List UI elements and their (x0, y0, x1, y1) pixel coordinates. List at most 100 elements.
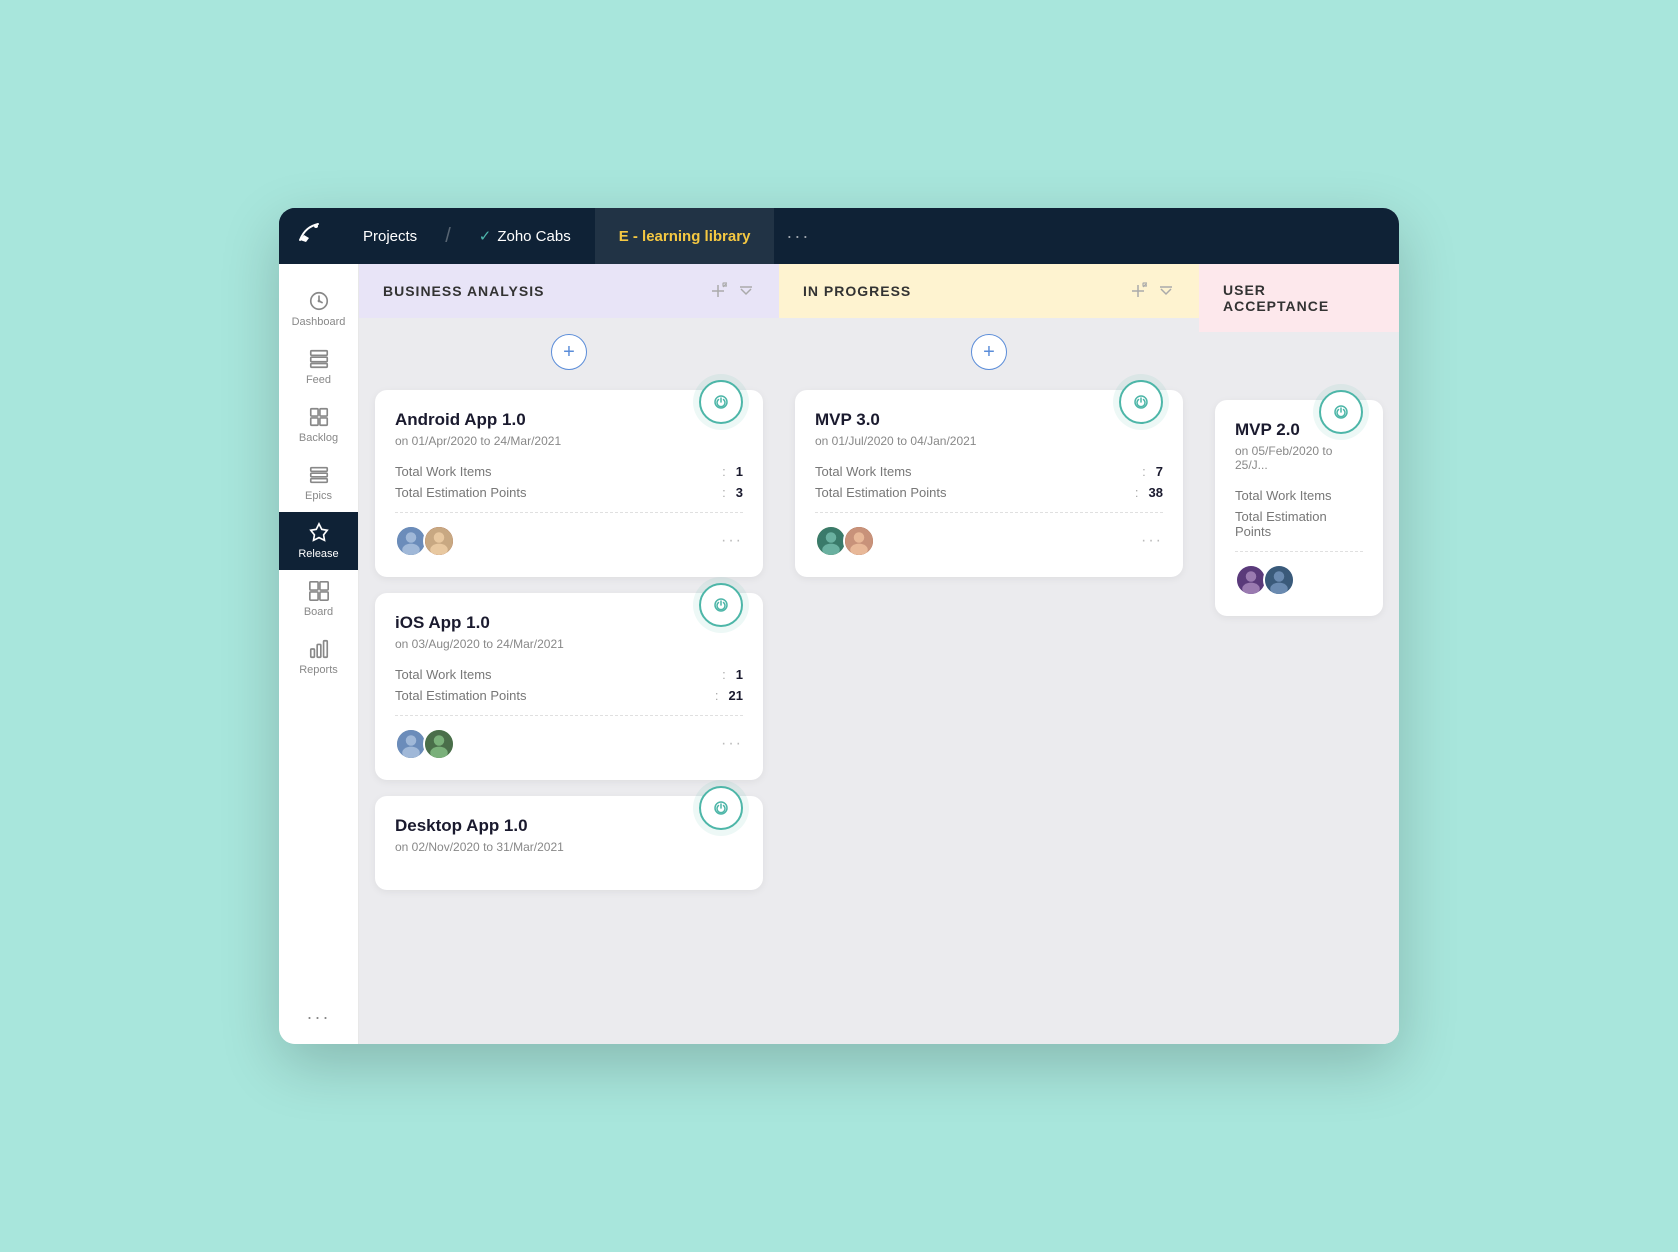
column-user-acceptance: USER ACCEPTANCE M (1199, 264, 1399, 1044)
card-divider (395, 512, 743, 513)
sidebar-item-backlog[interactable]: Backlog (279, 396, 358, 454)
card-dates-ios: on 03/Aug/2020 to 24/Mar/2021 (395, 637, 743, 651)
card-dates-mvp30: on 01/Jul/2020 to 04/Jan/2021 (815, 434, 1163, 448)
nav-logo (279, 208, 339, 264)
card-desktop-app: Desktop App 1.0 on 02/Nov/2020 to 31/Mar… (375, 796, 763, 890)
column-header-business: BUSINESS ANALYSIS (359, 264, 779, 318)
card-avatars-mvp20 (1235, 564, 1291, 596)
sidebar-item-epics[interactable]: Epics (279, 454, 358, 512)
sidebar-dashboard-label: Dashboard (292, 316, 346, 328)
card-avatars-mvp30 (815, 525, 871, 557)
card-title-desktop: Desktop App 1.0 (395, 816, 743, 836)
stat-estimation-android: Total Estimation Points : 3 (395, 485, 743, 500)
card-footer-android: ··· (395, 525, 743, 557)
column-body-user-acceptance: MVP 2.0 on 05/Feb/2020 to 25/J... Total … (1199, 332, 1399, 1044)
sidebar-feed-label: Feed (306, 374, 331, 386)
main-layout: Dashboard Feed Backlog (279, 264, 1399, 1044)
column-title-in-progress: IN PROGRESS (803, 283, 911, 299)
card-stats-ios: Total Work Items : 1 Total Estimation Po… (395, 667, 743, 703)
nav-divider: / (445, 225, 451, 248)
kanban-board: BUSINESS ANALYSIS (359, 264, 1399, 1044)
avatar (423, 525, 455, 557)
sidebar-board-label: Board (304, 606, 333, 618)
column-expand-button-in-progress[interactable] (1157, 282, 1175, 300)
column-header-in-progress: IN PROGRESS (779, 264, 1199, 318)
nav-tab-projects[interactable]: Projects (339, 208, 441, 264)
stat-work-items-android: Total Work Items : 1 (395, 464, 743, 479)
avatar (423, 728, 455, 760)
nav-more-button[interactable]: ··· (786, 226, 810, 247)
column-business-analysis: BUSINESS ANALYSIS (359, 264, 779, 1044)
kanban-board-area: BUSINESS ANALYSIS (359, 264, 1399, 1044)
power-icon-android (699, 380, 743, 424)
add-card-button-in-progress[interactable]: + (971, 334, 1007, 370)
card-dates-mvp20: on 05/Feb/2020 to 25/J... (1235, 444, 1363, 472)
sidebar-reports-label: Reports (299, 664, 338, 676)
card-footer-mvp30: ··· (815, 525, 1163, 557)
nav-tab-elearning[interactable]: E - learning library (595, 208, 775, 264)
card-mvp30: MVP 3.0 on 01/Jul/2020 to 04/Jan/2021 To… (795, 390, 1183, 577)
card-footer-mvp20 (1235, 564, 1363, 596)
sidebar-item-dashboard[interactable]: Dashboard (279, 280, 358, 338)
sidebar-more-button[interactable]: ··· (307, 1007, 331, 1028)
column-add-button-in-progress[interactable] (1129, 282, 1147, 300)
column-title-user-acceptance: USER ACCEPTANCE (1223, 282, 1375, 314)
card-stats-android: Total Work Items : 1 Total Estimation Po… (395, 464, 743, 500)
backlog-icon (308, 406, 330, 428)
card-footer-ios: ··· (395, 728, 743, 760)
release-icon (308, 522, 330, 544)
app-window: Projects / ✓ Zoho Cabs E - learning libr… (279, 208, 1399, 1044)
card-divider (815, 512, 1163, 513)
avatar (843, 525, 875, 557)
check-icon: ✓ (479, 227, 492, 245)
card-menu-android[interactable]: ··· (721, 532, 743, 550)
column-add-button-business[interactable] (709, 282, 727, 300)
card-title-android: Android App 1.0 (395, 410, 743, 430)
feed-icon (308, 348, 330, 370)
card-dates-android: on 01/Apr/2020 to 24/Mar/2021 (395, 434, 743, 448)
column-in-progress: IN PROGRESS (779, 264, 1199, 1044)
card-mvp20: MVP 2.0 on 05/Feb/2020 to 25/J... Total … (1215, 400, 1383, 616)
sidebar: Dashboard Feed Backlog (279, 264, 359, 1044)
nav-tab-projects-label: Projects (363, 228, 417, 245)
logo-icon (296, 220, 322, 252)
card-ios-app: iOS App 1.0 on 03/Aug/2020 to 24/Mar/202… (375, 593, 763, 780)
card-avatars-ios (395, 728, 451, 760)
column-actions-business (709, 282, 755, 300)
column-expand-button-business[interactable] (737, 282, 755, 300)
sidebar-item-reports[interactable]: Reports (279, 628, 358, 686)
sidebar-release-label: Release (298, 548, 338, 560)
nav-tab-zohocabs[interactable]: ✓ Zoho Cabs (455, 208, 595, 264)
board-icon (308, 580, 330, 602)
card-avatars-android (395, 525, 451, 557)
epics-icon (308, 464, 330, 486)
card-stats-mvp30: Total Work Items : 7 Total Estimation Po… (815, 464, 1163, 500)
sidebar-backlog-label: Backlog (299, 432, 338, 444)
power-icon-ios (699, 583, 743, 627)
sidebar-item-board[interactable]: Board (279, 570, 358, 628)
column-actions-in-progress (1129, 282, 1175, 300)
column-body-in-progress: + MVP 3.0 on 01/Jul/2020 (779, 318, 1199, 1044)
column-title-business: BUSINESS ANALYSIS (383, 283, 544, 299)
sidebar-item-release[interactable]: Release (279, 512, 358, 570)
dashboard-icon (308, 290, 330, 312)
sidebar-epics-label: Epics (305, 490, 332, 502)
card-stats-mvp20: Total Work Items Total Estimation Points (1235, 488, 1363, 539)
card-title-mvp30: MVP 3.0 (815, 410, 1163, 430)
power-icon-desktop (699, 786, 743, 830)
column-header-user-acceptance: USER ACCEPTANCE (1199, 264, 1399, 332)
card-divider (1235, 551, 1363, 552)
card-menu-ios[interactable]: ··· (721, 735, 743, 753)
card-divider (395, 715, 743, 716)
nav-tab-elearning-label: E - learning library (619, 228, 751, 245)
avatar (1263, 564, 1295, 596)
top-nav: Projects / ✓ Zoho Cabs E - learning libr… (279, 208, 1399, 264)
column-body-business: + Android App 1.0 on 01/ (359, 318, 779, 1044)
card-android-app: Android App 1.0 on 01/Apr/2020 to 24/Mar… (375, 390, 763, 577)
sidebar-item-feed[interactable]: Feed (279, 338, 358, 396)
nav-tab-zohocabs-label: Zoho Cabs (497, 228, 570, 245)
card-dates-desktop: on 02/Nov/2020 to 31/Mar/2021 (395, 840, 743, 854)
reports-icon (308, 638, 330, 660)
add-card-button-business[interactable]: + (551, 334, 587, 370)
card-menu-mvp30[interactable]: ··· (1141, 532, 1163, 550)
